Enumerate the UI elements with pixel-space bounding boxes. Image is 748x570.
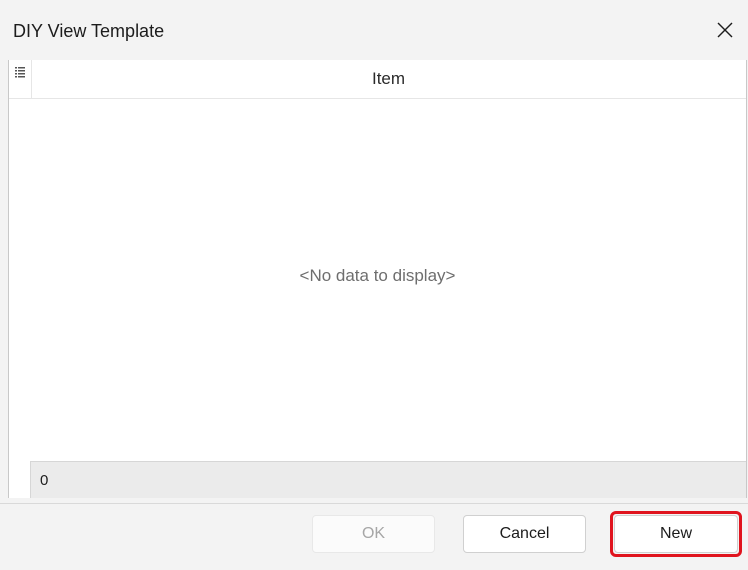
button-area-divider — [0, 503, 748, 504]
new-button[interactable]: New — [614, 515, 738, 553]
close-icon — [717, 22, 733, 38]
column-chooser-icon[interactable] — [11, 64, 29, 82]
column-header-item[interactable]: Item — [31, 60, 746, 98]
grid-footer-summary: 0 — [31, 461, 746, 498]
ok-button-label: OK — [361, 525, 386, 542]
data-grid[interactable]: Item <No data to display> 0 — [8, 60, 747, 498]
new-button-label: New — [659, 525, 692, 542]
column-header-label: Item — [371, 69, 406, 88]
empty-grid-message: <No data to display> — [299, 266, 456, 285]
diy-view-template-dialog: DIY View Template Item <No data to displ… — [0, 0, 748, 570]
ok-button[interactable]: OK — [312, 515, 435, 553]
close-button[interactable] — [702, 10, 748, 50]
title-bar: DIY View Template — [0, 0, 748, 58]
window-title: DIY View Template — [13, 21, 165, 41]
cancel-button-label: Cancel — [499, 525, 550, 542]
footer-count: 0 — [40, 471, 49, 489]
footer-row-indicator — [9, 461, 31, 498]
cancel-button[interactable]: Cancel — [463, 515, 586, 553]
grid-header-row: Item — [9, 60, 746, 99]
